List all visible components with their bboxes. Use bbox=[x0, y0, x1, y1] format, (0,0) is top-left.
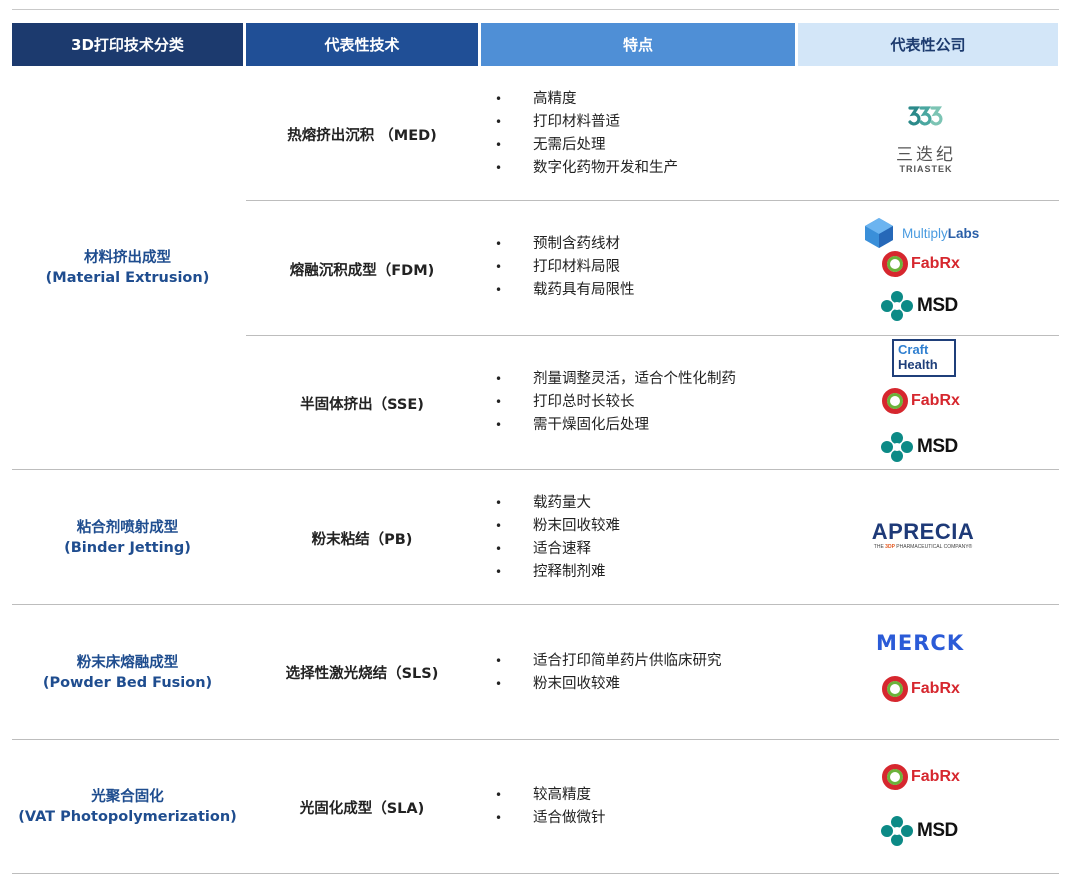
msd-text: MSD bbox=[917, 295, 958, 316]
fabrx-ring-icon bbox=[882, 251, 908, 277]
row-divider bbox=[12, 873, 1059, 874]
feature-item: • 粉末回收较难 bbox=[495, 676, 620, 692]
header-companies: 代表性公司 bbox=[798, 23, 1058, 66]
msd-text: MSD bbox=[917, 436, 958, 457]
row-divider bbox=[246, 335, 1059, 336]
category-material-extrusion: 材料挤出成型 (Material Extrusion) bbox=[12, 248, 243, 288]
aprecia-tagline: THE 3DP PHARMACEUTICAL COMPANY® bbox=[873, 544, 973, 550]
fabrx-logo: FabRx bbox=[882, 764, 960, 790]
feature-item: • 粉末回收较难 bbox=[495, 518, 620, 534]
fabrx-logo: FabRx bbox=[882, 676, 960, 702]
category-name: 粉末床熔融成型 bbox=[76, 655, 179, 671]
triastek-mark-icon bbox=[908, 106, 943, 126]
category-name: 光聚合固化 bbox=[91, 789, 164, 805]
feature-item: • 载药具有局限性 bbox=[495, 282, 635, 298]
features-pb: • 载药量大 • 粉末回收较难 • 适合速释 • 控释制剂难 bbox=[495, 492, 795, 584]
feature-item: • 剂量调整灵活，适合个性化制药 bbox=[495, 371, 736, 387]
feature-item: • 控释制剂难 bbox=[495, 564, 606, 580]
technology-pb: 粉末粘结（PB) bbox=[311, 532, 413, 548]
multiplylabs-text-a: Multiply bbox=[902, 225, 948, 241]
category-name: 材料挤出成型 bbox=[84, 250, 171, 266]
header-features: 特点 bbox=[481, 23, 795, 66]
fabrx-ring-icon bbox=[882, 676, 908, 702]
multiplylabs-text-b: Labs bbox=[947, 225, 980, 241]
category-name: 粘合剂喷射成型 bbox=[76, 520, 179, 536]
fabrx-ring-icon bbox=[882, 388, 908, 414]
health-text: Health bbox=[898, 357, 938, 372]
features-med: • 高精度 • 打印材料普适 • 无需后处理 • 数字化药物开发和生产 bbox=[495, 88, 795, 180]
category-binder-jetting: 粘合剂喷射成型 (Binder Jetting) bbox=[12, 518, 243, 558]
crafthealth-logo: Craft Health bbox=[892, 339, 956, 377]
triastek-cn-text: 三迭纪 bbox=[896, 145, 956, 164]
technology-sse: 半固体挤出（SSE) bbox=[300, 397, 424, 413]
row-divider bbox=[246, 200, 1059, 201]
feature-item: • 打印材料局限 bbox=[495, 259, 620, 275]
craft-text: Craft bbox=[898, 342, 929, 357]
aprecia-logo: APRECIA THE 3DP PHARMACEUTICAL COMPANY® bbox=[868, 520, 978, 551]
features-sla: • 较高精度 • 适合做微针 bbox=[495, 784, 795, 830]
fabrx-text: FabRx bbox=[911, 680, 960, 697]
feature-item: • 无需后处理 bbox=[495, 137, 606, 153]
category-english: (Powder Bed Fusion) bbox=[42, 675, 213, 691]
fabrx-text: FabRx bbox=[911, 392, 960, 409]
msd-logo: MSD bbox=[881, 432, 958, 462]
row-divider bbox=[12, 739, 1059, 740]
header-technology: 代表性技术 bbox=[246, 23, 478, 66]
features-sls: • 适合打印简单药片供临床研究 • 粉末回收较难 bbox=[495, 650, 795, 696]
aprecia-text: APRECIA bbox=[871, 519, 975, 544]
feature-item: • 适合打印简单药片供临床研究 bbox=[495, 653, 722, 669]
feature-item: • 需干燥固化后处理 bbox=[495, 417, 649, 433]
feature-item: • 高精度 bbox=[495, 91, 577, 107]
msd-text: MSD bbox=[917, 820, 958, 841]
feature-item: • 适合速释 bbox=[495, 541, 591, 557]
feature-item: • 打印总时长较长 bbox=[495, 394, 635, 410]
triastek-en-text: TRIASTEK bbox=[899, 164, 953, 174]
fabrx-text: FabRx bbox=[911, 255, 960, 272]
header-category: 3D打印技术分类 bbox=[12, 23, 243, 66]
technology-sla: 光固化成型（SLA) bbox=[299, 801, 425, 817]
category-english: (Material Extrusion) bbox=[45, 270, 210, 286]
feature-item: • 打印材料普适 bbox=[495, 114, 620, 130]
category-english: (Binder Jetting) bbox=[64, 540, 191, 556]
feature-item: • 适合做微针 bbox=[495, 810, 606, 826]
fabrx-logo: FabRx bbox=[882, 388, 960, 414]
triastek-logo: 三迭纪 TRIASTEK bbox=[890, 100, 962, 178]
msd-logo: MSD bbox=[881, 291, 958, 321]
top-rule bbox=[12, 9, 1059, 10]
feature-item: • 数字化药物开发和生产 bbox=[495, 160, 678, 176]
technology-fdm: 熔融沉积成型（FDM) bbox=[289, 263, 435, 279]
msd-mark-icon bbox=[881, 291, 913, 321]
feature-item: • 载药量大 bbox=[495, 495, 591, 511]
features-sse: • 剂量调整灵活，适合个性化制药 • 打印总时长较长 • 需干燥固化后处理 bbox=[495, 368, 795, 437]
row-divider bbox=[12, 604, 1059, 605]
msd-mark-icon bbox=[881, 816, 913, 846]
fabrx-ring-icon bbox=[882, 764, 908, 790]
merck-logo: MERCK bbox=[876, 631, 965, 655]
multiplylabs-logo: Multiply Labs bbox=[864, 217, 979, 249]
feature-item: • 较高精度 bbox=[495, 787, 591, 803]
category-vat-photopolymerization: 光聚合固化 (VAT Photopolymerization) bbox=[12, 787, 243, 827]
technology-med: 热熔挤出沉积 （MED) bbox=[287, 128, 437, 144]
msd-logo: MSD bbox=[881, 816, 958, 846]
fabrx-text: FabRx bbox=[911, 768, 960, 785]
row-divider bbox=[12, 469, 1059, 470]
technology-sls: 选择性激光烧结（SLS) bbox=[285, 666, 439, 682]
fabrx-logo: FabRx bbox=[882, 251, 960, 277]
feature-item: • 预制含药线材 bbox=[495, 236, 620, 252]
category-powder-bed-fusion: 粉末床熔融成型 (Powder Bed Fusion) bbox=[12, 653, 243, 693]
msd-mark-icon bbox=[881, 432, 913, 462]
features-fdm: • 预制含药线材 • 打印材料局限 • 载药具有局限性 bbox=[495, 233, 795, 302]
hexagon-cube-icon bbox=[865, 218, 893, 248]
category-english: (VAT Photopolymerization) bbox=[18, 809, 237, 825]
